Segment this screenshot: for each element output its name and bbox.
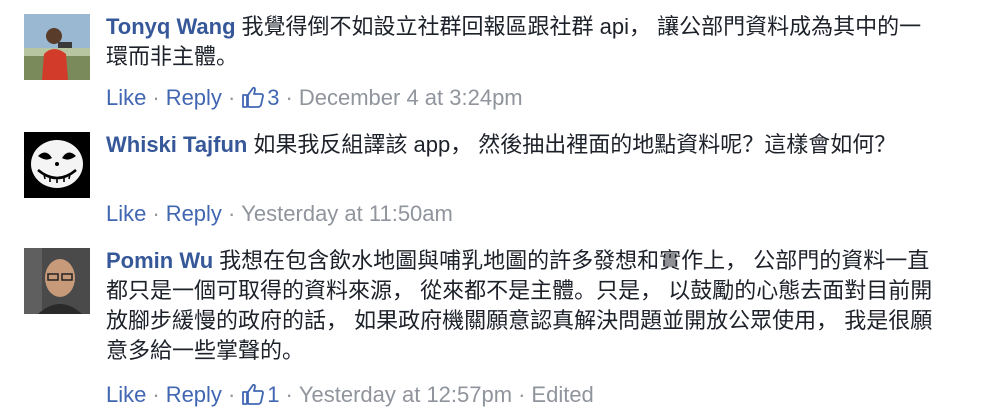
separator: · [152,85,160,110]
timestamp[interactable]: Yesterday at 12:57pm [299,382,512,407]
avatar-image [24,14,90,80]
timestamp[interactable]: Yesterday at 11:50am [241,201,453,226]
avatar-image [24,248,90,314]
reply-link[interactable]: Reply [166,201,222,226]
avatar-image [24,132,90,198]
thumbs-up-icon [242,86,265,108]
comment-actions: Like · Reply · 3 · December 4 at 3:24pm [106,83,523,113]
comment-text: 我想在包含飲水地圖與哺乳地圖的許多發想和實作上， 公部門的資料一直都只是一個可取… [106,248,933,363]
reaction-count-value: 1 [267,382,280,407]
separator: · [227,201,236,226]
like-link[interactable]: Like [106,85,146,110]
comment-body: Tonyq Wang 我覺得倒不如設立社群回報區跟社群 api， 讓公部門資料成為… [106,12,936,72]
avatar[interactable] [24,14,90,80]
reaction-count-value: 3 [267,85,280,110]
comment-author[interactable]: Pomin Wu [106,248,213,273]
separator: · [285,85,293,110]
comment-author[interactable]: Tonyq Wang [106,14,236,39]
comment-body: Whiski Tajfun 如果我反組譯該 app， 然後抽出裡面的地點資料呢？這… [106,130,936,160]
comment-actions: Like · Reply · 1 · Yesterday at 12:57pm · Edited [106,380,594,410]
separator: · [152,382,160,407]
reply-link[interactable]: Reply [166,382,222,407]
avatar[interactable] [24,132,90,198]
like-link[interactable]: Like [106,201,146,226]
separator: · [518,382,526,407]
comment-body: Pomin Wu 我想在包含飲水地圖與哺乳地圖的許多發想和實作上， 公部門的資料一… [106,246,936,366]
reaction-count[interactable]: 1 [241,382,280,407]
reply-link[interactable]: Reply [166,85,222,110]
separator: · [285,382,293,407]
comment-text: 如果我反組譯該 app， 然後抽出裡面的地點資料呢？這樣會如何？ [253,132,897,157]
comment-author[interactable]: Whiski Tajfun [106,132,247,157]
like-link[interactable]: Like [106,382,146,407]
separator: · [227,85,236,110]
timestamp[interactable]: December 4 at 3:24pm [299,85,523,110]
avatar[interactable] [24,248,90,314]
edited-label[interactable]: Edited [531,382,593,407]
reaction-count[interactable]: 3 [241,85,280,110]
separator: · [152,201,160,226]
comment-actions: Like · Reply · Yesterday at 11:50am [106,199,453,229]
separator: · [227,382,236,407]
thumbs-up-icon [242,383,265,405]
